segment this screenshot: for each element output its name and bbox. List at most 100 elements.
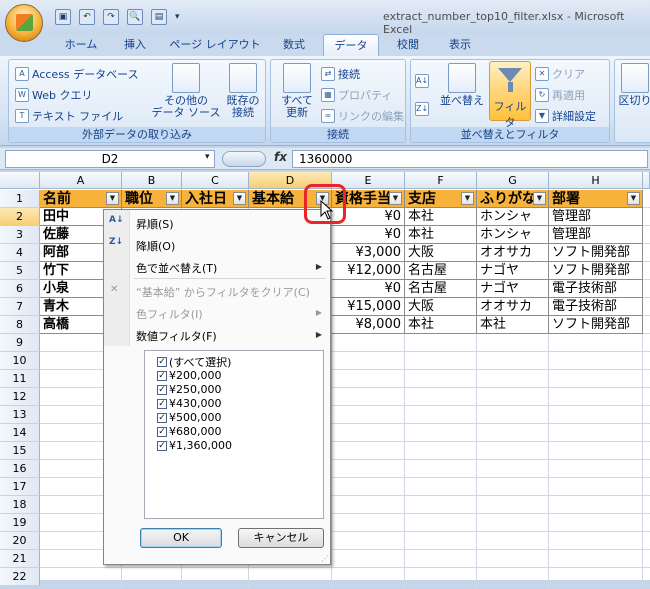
checkbox-680000[interactable]: ✓ ¥680,000 [157,425,222,438]
text-file-button[interactable]: T テキスト ファイル [15,108,123,124]
name-box[interactable]: D2 [5,150,215,168]
tab-view[interactable]: 表示 [437,34,483,56]
cell-kana[interactable]: ホンシャ [477,226,549,244]
insert-function-icon[interactable]: fx [274,150,287,164]
row-header[interactable]: 17 [0,478,40,496]
row-header[interactable]: 1 [0,190,40,208]
row-header[interactable]: 7 [0,298,40,316]
col-header-f[interactable]: F [405,172,477,189]
cell-allow[interactable]: ¥12,000 [332,262,405,280]
checkbox-select-all[interactable]: ✓ (すべて選択) [157,354,231,370]
cell-dept[interactable]: ソフト開発部 [549,262,643,280]
cell-branch[interactable]: 大阪 [405,244,477,262]
row-header[interactable]: 4 [0,244,40,262]
cell-kana[interactable]: オオサカ [477,298,549,316]
row-header[interactable]: 9 [0,334,40,352]
namebox-dropdown-icon[interactable]: ▾ [205,152,210,162]
qat-dropdown-icon[interactable]: ▾ [175,9,180,25]
cell-branch[interactable]: 名古屋 [405,280,477,298]
sort-button[interactable]: 並べ替え [437,63,487,107]
cell-dept[interactable]: 電子技術部 [549,280,643,298]
cell-allow[interactable]: ¥3,000 [332,244,405,262]
header-cell-position[interactable]: 職位 ▼ [122,190,182,208]
filter-dropdown-icon[interactable]: ▼ [627,192,640,205]
tab-home[interactable]: ホーム [55,34,107,56]
row-header[interactable]: 3 [0,226,40,244]
text-to-columns-button[interactable]: 区切り [617,63,650,107]
office-button[interactable] [5,4,43,42]
menu-number-filter[interactable]: 数値フィルタ(F) [136,328,217,344]
cancel-button[interactable]: キャンセル [238,528,324,548]
advanced-filter-button[interactable]: ▼ 詳細設定 [535,108,596,124]
tab-insert[interactable]: 挿入 [112,34,158,56]
refresh-all-button[interactable]: すべて 更新 [275,63,319,119]
access-button[interactable]: A Access データベース [15,66,139,82]
formula-expand-handle[interactable] [222,151,266,167]
checkbox-1360000[interactable]: ✓ ¥1,360,000 [157,439,232,452]
sort-asc-ribbon-button[interactable]: A↓ [415,74,429,88]
print-preview-icon[interactable]: 🔍 [127,9,143,25]
undo-icon[interactable]: ↶ [79,9,95,25]
filter-dropdown-icon[interactable]: ▼ [533,192,546,205]
checkbox-500000[interactable]: ✓ ¥500,000 [157,411,222,424]
web-query-button[interactable]: W Web クエリ [15,87,92,103]
cell-dept[interactable]: 管理部 [549,208,643,226]
cell-branch[interactable]: 名古屋 [405,262,477,280]
cell-kana[interactable]: ナゴヤ [477,262,549,280]
cell-kana[interactable]: 本社 [477,316,549,334]
row-header[interactable]: 6 [0,280,40,298]
col-header-i[interactable] [643,172,650,189]
row-header[interactable]: 18 [0,496,40,514]
cell-allow[interactable]: ¥15,000 [332,298,405,316]
menu-sort-descending[interactable]: 降順(O) [136,238,175,254]
row-header[interactable]: 21 [0,550,40,568]
cell-kana[interactable]: オオサカ [477,244,549,262]
col-header-h[interactable]: H [549,172,643,189]
tab-formulas[interactable]: 数式 [270,34,318,56]
col-header-a[interactable]: A [40,172,122,189]
col-header-b[interactable]: B [122,172,182,189]
select-all-corner[interactable] [0,172,40,189]
row-header[interactable]: 8 [0,316,40,334]
cell-branch[interactable]: 本社 [405,316,477,334]
filter-dropdown-icon[interactable]: ▼ [461,192,474,205]
cell-allow[interactable]: ¥8,000 [332,316,405,334]
checkbox-430000[interactable]: ✓ ¥430,000 [157,397,222,410]
open-folder-icon[interactable]: ▤ [151,9,167,25]
menu-sort-by-color[interactable]: 色で並べ替え(T) [136,260,217,276]
existing-connections-button[interactable]: 既存の 接続 [223,63,263,119]
cell-dept[interactable]: ソフト開発部 [549,244,643,262]
filter-dropdown-icon[interactable]: ▼ [233,192,246,205]
cell-kana[interactable]: ホンシャ [477,208,549,226]
save-icon[interactable]: ▣ [55,9,71,25]
row-header[interactable]: 19 [0,514,40,532]
row-header[interactable]: 5 [0,262,40,280]
cell-branch[interactable]: 大阪 [405,298,477,316]
header-cell-department[interactable]: 部署 ▼ [549,190,643,208]
filter-values-list[interactable]: ✓ (すべて選択) ✓ ¥200,000 ✓ ¥250,000 ✓ ¥430,000 ✓… [144,350,324,519]
menu-sort-ascending[interactable]: 昇順(S) [136,216,174,232]
cell-allow[interactable]: ¥0 [332,280,405,298]
cell-dept[interactable]: 電子技術部 [549,298,643,316]
header-cell-hire-date[interactable]: 入社日 ▼ [182,190,249,208]
row-header[interactable]: 2 [0,208,40,226]
col-header-g[interactable]: G [477,172,549,189]
filter-dropdown-icon[interactable]: ▼ [166,192,179,205]
checkbox-200000[interactable]: ✓ ¥200,000 [157,369,222,382]
row-header[interactable]: 14 [0,424,40,442]
cell-branch[interactable]: 本社 [405,208,477,226]
checkbox-250000[interactable]: ✓ ¥250,000 [157,383,222,396]
row-header[interactable]: 22 [0,568,40,586]
tab-page-layout[interactable]: ページ レイアウト [165,34,265,56]
cell-kana[interactable]: ナゴヤ [477,280,549,298]
row-header[interactable]: 15 [0,442,40,460]
cell-branch[interactable]: 本社 [405,226,477,244]
redo-icon[interactable]: ↷ [103,9,119,25]
cell-dept[interactable]: 管理部 [549,226,643,244]
tab-review[interactable]: 校閲 [385,34,431,56]
formula-input[interactable]: 1360000 [292,150,648,168]
filter-dropdown-icon[interactable]: ▼ [106,192,119,205]
row-header[interactable]: 11 [0,370,40,388]
sort-desc-ribbon-button[interactable]: Z↓ [415,102,429,116]
row-header[interactable]: 20 [0,532,40,550]
